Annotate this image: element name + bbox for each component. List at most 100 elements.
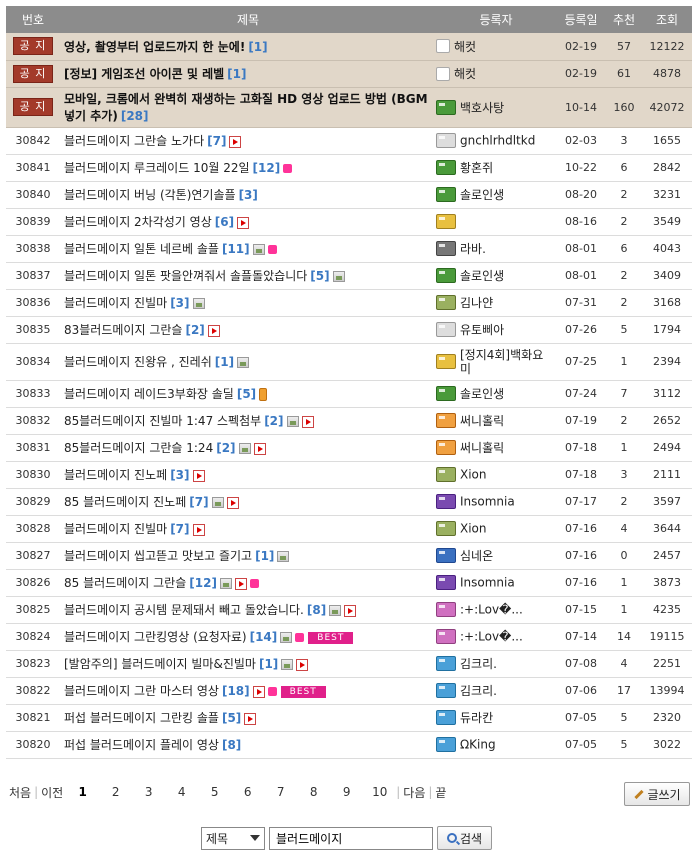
comment-count[interactable]: [3] <box>170 296 189 310</box>
post-title-link[interactable]: 블러드메이지 2차각성기 영상 <box>64 215 212 229</box>
post-title-link[interactable]: 블러드메이지 진왕유 , 진레쉬 <box>64 355 212 369</box>
notice-row[interactable]: 공 지 [정보] 게임조선 아이콘 및 레벨 [1] 해컷 02-19 61 4878 <box>6 60 692 88</box>
comment-count[interactable]: [5] <box>310 269 329 283</box>
post-title-link[interactable]: 퍼섭 블러드메이지 그란킹 솔플 <box>64 711 219 725</box>
comment-count[interactable]: [11] <box>222 242 250 256</box>
author-name[interactable]: 해컷 <box>454 40 476 54</box>
comment-count[interactable]: [8] <box>307 603 326 617</box>
post-title-link[interactable]: 블러드메이지 그란킹영상 (요청자료) <box>64 630 247 644</box>
post-row[interactable]: 30823 [발암주의] 블러드메이지 빌마&진빌마 [1] 김크리. 07-08 4 22… <box>6 650 692 678</box>
post-title-link[interactable]: 블러드메이지 공시템 문제돼서 빼고 돌았습니다. <box>64 603 304 617</box>
pager-prev[interactable]: 이전 <box>38 784 66 801</box>
author-name[interactable]: 솔로인생 <box>460 269 504 283</box>
author-name[interactable]: Xion <box>460 522 487 536</box>
post-title-link[interactable]: 블러드메이지 그란 마스터 영상 <box>64 684 219 698</box>
page-link-2[interactable]: 2 <box>99 785 132 799</box>
author-name[interactable]: 심네온 <box>460 549 493 563</box>
post-title-link[interactable]: 블러드메이지 진노페 <box>64 468 167 482</box>
author-name[interactable]: 백호사탕 <box>460 101 504 115</box>
author-name[interactable]: 라바. <box>460 242 486 256</box>
comment-count[interactable]: [2] <box>185 323 204 337</box>
post-title-link[interactable]: [발암주의] 블러드메이지 빌마&진빌마 <box>64 657 256 671</box>
comment-count[interactable]: [6] <box>215 215 234 229</box>
post-title-link[interactable]: 블러드메이지 버닝 (각톤)연기솔플 <box>64 188 236 202</box>
post-row[interactable]: 30825 블러드메이지 공시템 문제돼서 빼고 돌았습니다. [8]:+:Lov�… <box>6 596 692 624</box>
comment-count[interactable]: [7] <box>207 134 226 148</box>
comment-count[interactable]: [8] <box>222 738 241 752</box>
post-title-link[interactable]: 블러드메이지 일톤 팟을안껴줘서 솔플돌았습니다 <box>64 269 307 283</box>
write-button[interactable]: 글쓰기 <box>624 782 690 806</box>
post-title-link[interactable]: 블러드메이지 진빌마 <box>64 522 167 536</box>
author-name[interactable]: 해컷 <box>454 67 476 81</box>
search-button[interactable]: 검색 <box>437 826 492 850</box>
search-field-select[interactable]: 제목 <box>201 826 265 850</box>
post-title-link[interactable]: 83블러드메이지 그란슬 <box>64 323 182 337</box>
author-name[interactable]: 써니홀릭 <box>460 441 504 455</box>
comment-count[interactable]: [3] <box>170 468 189 482</box>
comment-count[interactable]: [1] <box>248 40 267 54</box>
page-link-4[interactable]: 4 <box>165 785 198 799</box>
author-name[interactable]: 김나얀 <box>460 296 493 310</box>
post-row[interactable]: 30834 블러드메이지 진왕유 , 진레쉬 [1] [정지4회]백화요미 07-25 1… <box>6 343 692 381</box>
post-title-link[interactable]: 블러드메이지 그란슬 노가다 <box>64 134 204 148</box>
post-row[interactable]: 30827 블러드메이지 씹고뜯고 맛보고 즐기고 [1] 심네온 07-16 0 2457 <box>6 542 692 570</box>
post-title-link[interactable]: 블러드메이지 진빌마 <box>64 296 167 310</box>
page-link-1[interactable]: 1 <box>66 785 99 799</box>
post-row[interactable]: 30842 블러드메이지 그란슬 노가다 [7] gnchlrhdltkd 02-03 3… <box>6 127 692 155</box>
notice-row[interactable]: 공 지 영상, 촬영부터 업로드까지 한 눈에! [1] 해컷 02-19 57 12122 <box>6 33 692 61</box>
post-row[interactable]: 30831 85블러드메이지 그란슬 1:24 [2] 써니홀릭 07-18 1 2494 <box>6 434 692 462</box>
post-title-link[interactable]: 블러드메이지 루크레이드 10월 22일 <box>64 161 250 175</box>
post-title-link[interactable]: 블러드메이지 씹고뜯고 맛보고 즐기고 <box>64 549 252 563</box>
post-row[interactable]: 30837 블러드메이지 일톤 팟을안껴줘서 솔플돌았습니다 [5] 솔로인생 08-0… <box>6 262 692 290</box>
author-name[interactable]: 유토삐아 <box>460 323 504 337</box>
post-row[interactable]: 30836 블러드메이지 진빌마 [3] 김나얀 07-31 2 3168 <box>6 289 692 317</box>
post-row[interactable]: 30835 83블러드메이지 그란슬 [2] 유토삐아 07-26 5 1794 <box>6 316 692 344</box>
author-name[interactable]: [정지4회]백화요미 <box>460 348 548 376</box>
post-row[interactable]: 30828 블러드메이지 진빌마 [7] Xion 07-16 4 3644 <box>6 515 692 543</box>
comment-count[interactable]: [2] <box>216 441 235 455</box>
comment-count[interactable]: [1] <box>215 355 234 369</box>
comment-count[interactable]: [5] <box>237 387 256 401</box>
comment-count[interactable]: [3] <box>239 188 258 202</box>
pager-first[interactable]: 처음 <box>6 784 34 801</box>
author-name[interactable]: 김크리. <box>460 657 497 671</box>
page-link-8[interactable]: 8 <box>297 785 330 799</box>
post-title-link[interactable]: 블러드메이지 일톤 네르베 솔플 <box>64 242 219 256</box>
page-link-6[interactable]: 6 <box>231 785 264 799</box>
comment-count[interactable]: [7] <box>170 522 189 536</box>
author-name[interactable]: :+:Lov�... <box>460 630 523 644</box>
author-name[interactable]: 황혼쥐 <box>460 161 493 175</box>
post-title-link[interactable]: 85 블러드메이지 진노페 <box>64 495 186 509</box>
post-row[interactable]: 30830 블러드메이지 진노페 [3] Xion 07-18 3 2111 <box>6 461 692 489</box>
pager-next[interactable]: 다음 <box>400 784 428 801</box>
page-link-9[interactable]: 9 <box>330 785 363 799</box>
post-title-link[interactable]: 영상, 촬영부터 업로드까지 한 눈에! <box>64 40 245 54</box>
search-input[interactable] <box>269 826 433 850</box>
comment-count[interactable]: [12] <box>189 576 217 590</box>
post-title-link[interactable]: 퍼섭 블러드메이지 플레이 영상 <box>64 738 219 752</box>
author-name[interactable]: 솔로인생 <box>460 387 504 401</box>
post-row[interactable]: 30822 블러드메이지 그란 마스터 영상 [18] BEST 김크리. 07-06 17… <box>6 677 692 705</box>
comment-count[interactable]: [2] <box>264 414 283 428</box>
author-name[interactable]: :+:Lov�... <box>460 603 523 617</box>
page-link-10[interactable]: 10 <box>363 785 396 799</box>
post-row[interactable]: 30821 퍼섭 블러드메이지 그란킹 솔플 [5] 듀라칸 07-05 5 2320 <box>6 704 692 732</box>
page-link-7[interactable]: 7 <box>264 785 297 799</box>
author-name[interactable]: 솔로인생 <box>460 188 504 202</box>
post-title-link[interactable]: 85블러드메이지 그란슬 1:24 <box>64 441 213 455</box>
post-row[interactable]: 30833 블러드메이지 레이드3부화장 솔딜 [5] 솔로인생 07-24 7 3112 <box>6 380 692 408</box>
post-title-link[interactable]: 85 블러드메이지 그란슬 <box>64 576 186 590</box>
post-row[interactable]: 30832 85블러드메이지 진빌마 1:47 스펙첨부 [2] 써니홀릭 07-19 2… <box>6 407 692 435</box>
author-name[interactable]: 써니홀릭 <box>460 414 504 428</box>
comment-count[interactable]: [28] <box>121 109 149 123</box>
post-title-link[interactable]: 모바일, 크롬에서 완벽히 재생하는 고화질 HD 영상 업로드 방법 (BGM… <box>64 92 428 123</box>
author-name[interactable]: Insomnia <box>460 495 515 509</box>
post-row[interactable]: 30824 블러드메이지 그란킹영상 (요청자료) [14] BEST:+:Lov�.… <box>6 623 692 651</box>
post-row[interactable]: 30840 블러드메이지 버닝 (각톤)연기솔플 [3] 솔로인생 08-20 2 3231 <box>6 181 692 209</box>
comment-count[interactable]: [12] <box>253 161 281 175</box>
author-name[interactable]: Xion <box>460 468 487 482</box>
post-row[interactable]: 30839 블러드메이지 2차각성기 영상 [6] 08-16 2 3549 <box>6 208 692 236</box>
pager-last[interactable]: 끝 <box>432 784 449 801</box>
comment-count[interactable]: [1] <box>255 549 274 563</box>
comment-count[interactable]: [1] <box>227 67 246 81</box>
